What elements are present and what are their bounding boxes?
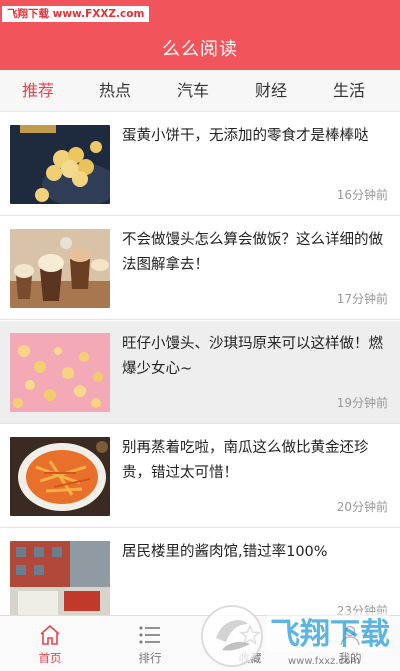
tab-life[interactable]: 生活: [319, 70, 379, 112]
article-time: 16分钟前: [336, 188, 388, 202]
article-time: 17分钟前: [336, 292, 388, 306]
article-title: 旺仔小馒头、沙琪玛原来可以这样做！燃爆少女心~: [122, 336, 383, 377]
article-thumbnail: [10, 333, 110, 412]
watermark-logo-text: 飞翔下载: [270, 617, 390, 652]
article-thumbnail: [10, 437, 110, 516]
category-tabs: 推荐 热点 汽车 财经 生活: [0, 70, 400, 112]
home-icon: [40, 624, 60, 645]
watermark-banner: 飞翔下载 www.FXXZ.com: [2, 6, 150, 22]
article-title: 不会做馒头怎么算会做饭？这么详细的做法图解拿去！: [122, 232, 383, 273]
article-title: 别再蒸着吃啦，南瓜这么做比黄金还珍贵，错过太可惜！: [122, 440, 369, 481]
tab-finance[interactable]: 财经: [241, 70, 301, 112]
app-title: 么么阅读: [162, 39, 238, 60]
article-title: 居民楼里的酱肉馆,错过率100%: [122, 544, 328, 560]
article-item[interactable]: 不会做馒头怎么算会做饭？这么详细的做法图解拿去！ 17分钟前: [0, 217, 400, 320]
article-item[interactable]: 蛋黄小饼干，无添加的零食才是棒棒哒 16分钟前: [0, 113, 400, 216]
nav-ranking[interactable]: 排行: [100, 616, 200, 671]
app-header: 飞翔下载 www.FXXZ.com 么么阅读: [0, 0, 400, 70]
tab-cars[interactable]: 汽车: [163, 70, 223, 112]
nav-home[interactable]: 首页: [0, 616, 100, 671]
nav-ranking-label: 排行: [138, 651, 162, 665]
article-item[interactable]: 旺仔小馒头、沙琪玛原来可以这样做！燃爆少女心~ 19分钟前: [0, 321, 400, 424]
watermark-logo-icon: 飞翔下载 www.fxxz.com: [201, 605, 390, 667]
tab-recommended[interactable]: 推荐: [8, 70, 68, 112]
article-title: 蛋黄小饼干，无添加的零食才是棒棒哒: [122, 128, 369, 144]
nav-home-label: 首页: [38, 651, 62, 665]
article-time: 20分钟前: [336, 500, 388, 514]
article-item[interactable]: 别再蒸着吃啦，南瓜这么做比黄金还珍贵，错过太可惜！ 20分钟前: [0, 425, 400, 528]
article-thumbnail: [10, 229, 110, 308]
article-thumbnail: [10, 541, 110, 620]
article-thumbnail: [10, 125, 110, 204]
article-time: 19分钟前: [336, 396, 388, 410]
watermark-logo-url: www.fxxz.com: [288, 656, 360, 667]
list-icon: [139, 626, 160, 644]
tab-hot[interactable]: 热点: [85, 70, 145, 112]
